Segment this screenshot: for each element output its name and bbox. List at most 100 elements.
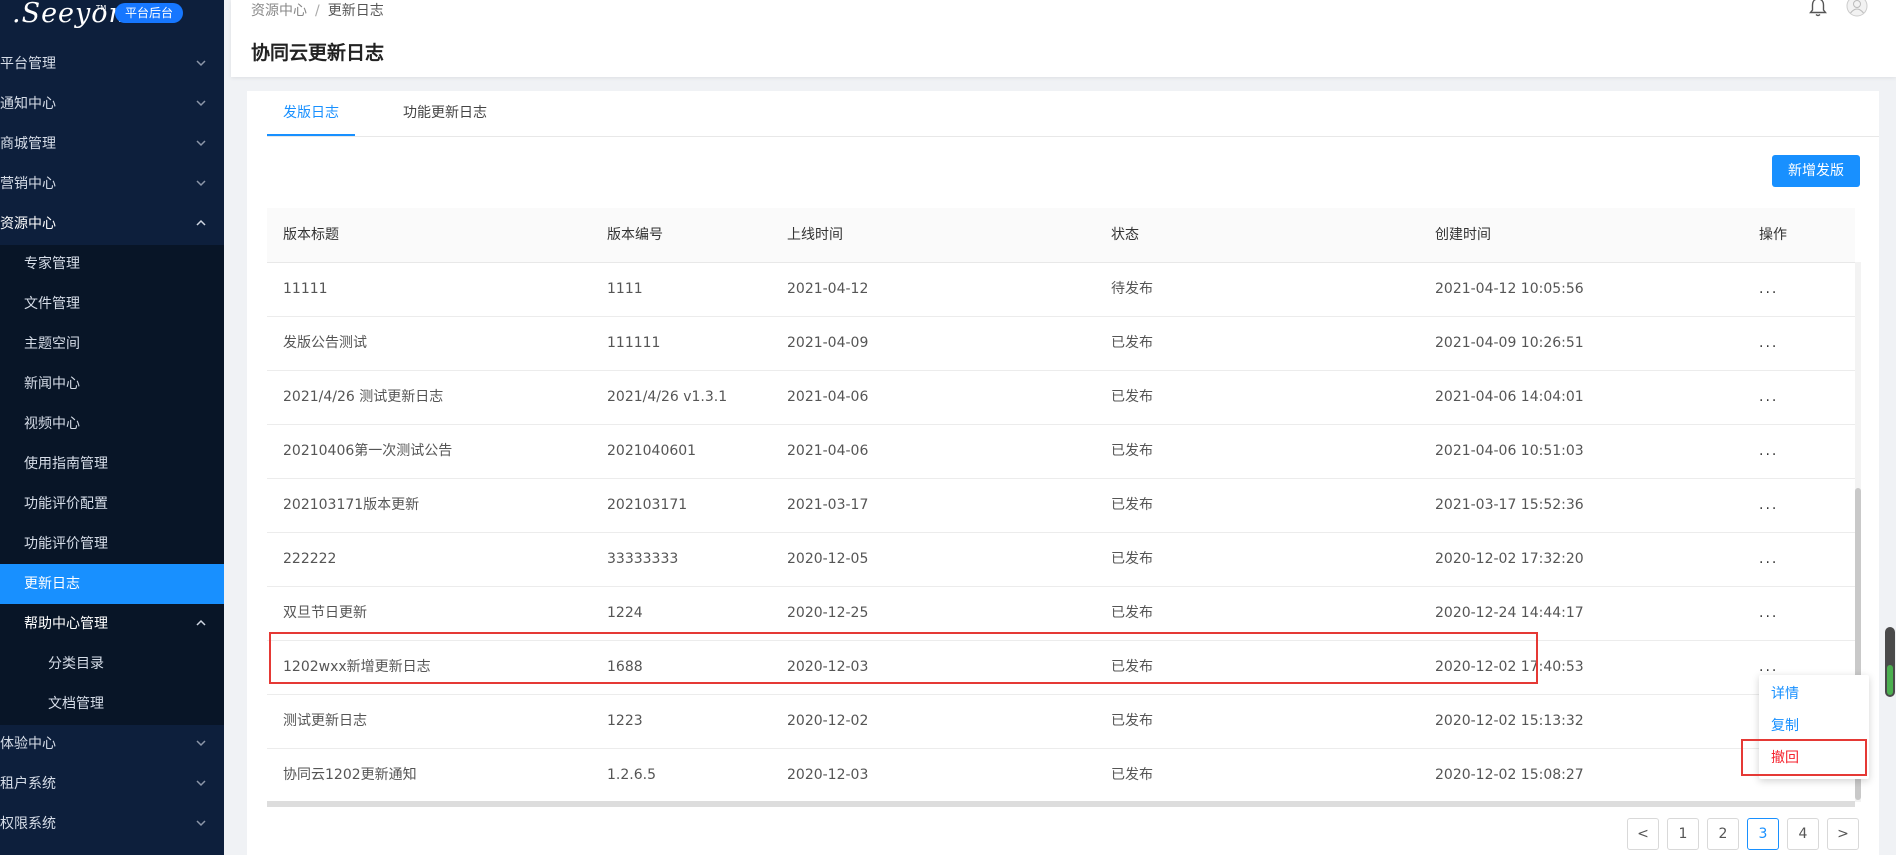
chevron-down-icon: [196, 84, 208, 124]
sidebar: .Seeyon TM 平台后台 平台管理通知中心商城管理营销中心资源中心专家管理…: [0, 0, 224, 855]
more-actions-icon[interactable]: ...: [1759, 262, 1778, 316]
prev-page-button[interactable]: <: [1627, 818, 1659, 850]
breadcrumb-item[interactable]: 资源中心: [251, 3, 307, 19]
table-cell-title: 发版公告测试: [283, 335, 367, 351]
header: 资源中心 / 更新日志 协同云更新日志: [231, 0, 1896, 77]
more-actions-icon[interactable]: ...: [1759, 586, 1778, 640]
column-header: 状态: [1111, 227, 1139, 243]
table-cell-created: 2020-12-02 17:32:20: [1435, 551, 1584, 567]
more-actions-icon[interactable]: ...: [1759, 478, 1778, 532]
table-row: 发版公告测试 111111 2021-04-09 已发布 2021-04-09 10:2…: [267, 316, 1855, 371]
breadcrumb: 资源中心 / 更新日志: [251, 0, 384, 20]
table-cell-status: 已发布: [1111, 497, 1153, 513]
sidebar-item-label: 租户系统: [0, 776, 56, 792]
breadcrumb-current: 更新日志: [327, 3, 384, 19]
table-cell-code: 111111: [607, 335, 661, 351]
sidebar-item[interactable]: 文件管理: [0, 284, 224, 324]
sidebar-item[interactable]: 平台管理: [0, 44, 224, 84]
sidebar-item-label: 主题空间: [24, 336, 80, 352]
table-cell-status: 已发布: [1111, 551, 1153, 567]
sidebar-item[interactable]: 功能评价配置: [0, 484, 224, 524]
table-cell-code: 1223: [607, 713, 643, 729]
table-cell-created: 2021-03-17 15:52:36: [1435, 497, 1584, 513]
table-cell-created: 2020-12-02 15:13:32: [1435, 713, 1584, 729]
sidebar-item[interactable]: 商城管理: [0, 124, 224, 164]
sidebar-item[interactable]: 功能评价管理: [0, 524, 224, 564]
logo: .Seeyon TM 平台后台: [0, 0, 224, 40]
sidebar-item[interactable]: 视频中心: [0, 404, 224, 444]
table-row: 测试更新日志 1223 2020-12-02 已发布 2020-12-02 15:13:…: [267, 694, 1855, 749]
sidebar-item[interactable]: 营销中心: [0, 164, 224, 204]
more-actions-icon[interactable]: ...: [1759, 424, 1778, 478]
table-row: 11111 1111 2021-04-12 待发布 2021-04-12 10:05:5…: [267, 262, 1855, 317]
column-header: 版本标题: [283, 227, 339, 243]
table-cell-online: 2020-12-03: [787, 767, 869, 783]
chevron-down-icon: [196, 764, 208, 804]
table-cell-created: 2021-04-09 10:26:51: [1435, 335, 1584, 351]
more-actions-icon[interactable]: ...: [1759, 532, 1778, 586]
sidebar-item[interactable]: 分类目录: [0, 644, 224, 684]
table-cell-online: 2021-03-17: [787, 497, 869, 513]
table-cell-title: 协同云1202更新通知: [283, 767, 417, 783]
column-header: 版本编号: [607, 227, 663, 243]
tab-feature-log[interactable]: 功能更新日志: [403, 91, 487, 136]
user-avatar-icon[interactable]: [1846, 0, 1868, 22]
sidebar-item-label: 通知中心: [0, 96, 56, 112]
logo-trademark: TM: [96, 4, 107, 12]
table-cell-online: 2021-04-12: [787, 281, 869, 297]
table-cell-status: 已发布: [1111, 713, 1153, 729]
sidebar-item[interactable]: 主题空间: [0, 324, 224, 364]
table-cell-online: 2021-04-09: [787, 335, 869, 351]
sidebar-item[interactable]: 体验中心: [0, 724, 224, 764]
chevron-down-icon: [196, 44, 208, 84]
tab-release-log[interactable]: 发版日志: [283, 91, 339, 136]
menu-item-copy[interactable]: 复制: [1771, 711, 1799, 741]
sidebar-item-label: 营销中心: [0, 176, 56, 192]
sidebar-item[interactable]: 权限系统: [0, 804, 224, 844]
table-cell-online: 2020-12-02: [787, 713, 869, 729]
sidebar-item-label: 权限系统: [0, 816, 56, 832]
chevron-down-icon: [196, 724, 208, 764]
page-title: 协同云更新日志: [251, 42, 385, 64]
table-cell-code: 2021/4/26 v1.3.1: [607, 389, 728, 405]
sidebar-item-label: 商城管理: [0, 136, 56, 152]
chevron-down-icon: [196, 164, 208, 204]
sidebar-item-label: 帮助中心管理: [24, 616, 108, 632]
table-row: 2021/4/26 测试更新日志 2021/4/26 v1.3.1 2021-04-…: [267, 370, 1855, 425]
chevron-down-icon: [196, 124, 208, 164]
table-row: 202103171版本更新 202103171 2021-03-17 已发布 2021-…: [267, 478, 1855, 533]
more-actions-icon[interactable]: ...: [1759, 370, 1778, 424]
bell-icon[interactable]: [1809, 0, 1827, 22]
sidebar-item-label: 新闻中心: [24, 376, 80, 392]
sidebar-item[interactable]: 通知中心: [0, 84, 224, 124]
table-cell-created: 2021-04-12 10:05:56: [1435, 281, 1584, 297]
sidebar-item[interactable]: 帮助中心管理: [0, 604, 224, 644]
table-cell-online: 2020-12-05: [787, 551, 869, 567]
sidebar-item-label: 资源中心: [0, 216, 56, 232]
sidebar-item-label: 更新日志: [24, 576, 80, 592]
sidebar-item-label: 平台管理: [0, 56, 56, 72]
next-page-button[interactable]: >: [1827, 818, 1859, 850]
table-cell-title: 测试更新日志: [283, 713, 367, 729]
platform-badge: 平台后台: [115, 3, 184, 23]
page-button-current[interactable]: 3: [1747, 818, 1779, 850]
page-button[interactable]: 1: [1667, 818, 1699, 850]
sidebar-item[interactable]: 新闻中心: [0, 364, 224, 404]
sidebar-item[interactable]: 租户系统: [0, 764, 224, 804]
table-row: 20210406第一次测试公告 2021040601 2021-04-06 已发布 20…: [267, 424, 1855, 479]
sidebar-item[interactable]: 使用指南管理: [0, 444, 224, 484]
table-horizontal-scrollbar[interactable]: [267, 801, 1855, 807]
more-actions-icon[interactable]: ...: [1759, 316, 1778, 370]
menu-item-detail[interactable]: 详情: [1771, 679, 1799, 709]
sidebar-item[interactable]: 文档管理: [0, 684, 224, 724]
tab-bar: 发版日志 功能更新日志: [267, 91, 1879, 137]
sidebar-item[interactable]: 资源中心: [0, 204, 224, 244]
chevron-down-icon: [196, 804, 208, 844]
sidebar-item[interactable]: 专家管理: [0, 244, 224, 284]
sidebar-item-label: 功能评价管理: [24, 536, 108, 552]
table-cell-status: 已发布: [1111, 767, 1153, 783]
page-button[interactable]: 2: [1707, 818, 1739, 850]
page-button[interactable]: 4: [1787, 818, 1819, 850]
add-release-button[interactable]: 新增发版: [1772, 155, 1860, 187]
sidebar-item[interactable]: 更新日志: [0, 564, 224, 604]
